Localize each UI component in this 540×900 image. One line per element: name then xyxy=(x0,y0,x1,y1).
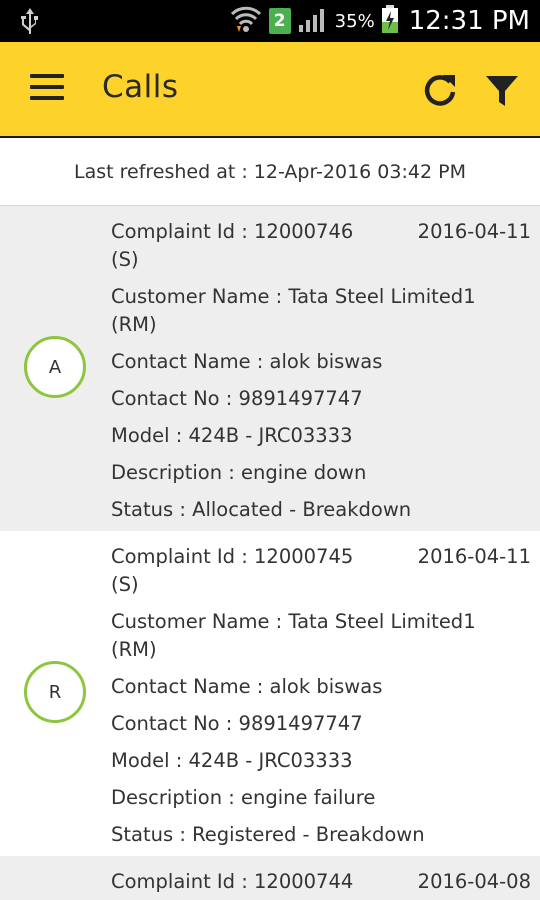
menu-icon[interactable] xyxy=(30,74,64,104)
status-initial: A xyxy=(48,356,62,378)
status: Status : Registered - Breakdown xyxy=(111,823,425,846)
page-title: Calls xyxy=(102,69,179,105)
complaint-id-row: Complaint Id : 12000744 2016-04-08 xyxy=(111,868,531,896)
status-bar: 2 35% 12:31 PM xyxy=(0,0,540,42)
last-refreshed-text: Last refreshed at : 12-Apr-2016 03:42 PM xyxy=(0,138,540,206)
complaint-date: 2016-04-08 xyxy=(417,870,531,893)
battery-percent: 35% xyxy=(334,10,375,32)
battery-charging-icon xyxy=(381,4,399,38)
description: Description : engine failure xyxy=(111,786,376,809)
filter-icon[interactable] xyxy=(484,72,520,110)
model: Model : 424B - JRC03333 xyxy=(111,424,353,447)
complaint-id: Complaint Id : 12000745 xyxy=(111,545,354,568)
status-avatar: R xyxy=(24,661,86,723)
call-details: Complaint Id : 12000746 (S) 2016-04-11 C… xyxy=(111,218,531,533)
calls-list[interactable]: A Complaint Id : 12000746 (S) 2016-04-11… xyxy=(0,206,540,900)
call-details: Complaint Id : 12000744 2016-04-08 xyxy=(111,868,531,900)
complaint-date: 2016-04-11 xyxy=(417,220,531,243)
status-avatar: A xyxy=(24,336,86,398)
customer-role: (RM) xyxy=(111,638,157,661)
status: Status : Allocated - Breakdown xyxy=(111,498,412,521)
wifi-icon xyxy=(229,4,263,38)
complaint-id: Complaint Id : 12000744 xyxy=(111,870,354,893)
complaint-id-row: Complaint Id : 12000746 (S) 2016-04-11 xyxy=(111,218,531,274)
contact-name: Contact Name : alok biswas xyxy=(111,675,383,698)
call-item[interactable]: A Complaint Id : 12000746 (S) 2016-04-11… xyxy=(0,206,540,531)
complaint-id: Complaint Id : 12000746 xyxy=(111,220,354,243)
contact-name: Contact Name : alok biswas xyxy=(111,350,383,373)
notification-badge: 2 xyxy=(268,8,291,34)
description: Description : engine down xyxy=(111,461,367,484)
customer-name: Customer Name : Tata Steel Limited1 xyxy=(111,285,476,308)
app-toolbar: Calls xyxy=(0,42,540,138)
call-item[interactable]: R Complaint Id : 12000745 (S) 2016-04-11… xyxy=(0,531,540,856)
signal-icon xyxy=(297,5,329,37)
complaint-date: 2016-04-11 xyxy=(417,545,531,568)
complaint-id-row: Complaint Id : 12000745 (S) 2016-04-11 xyxy=(111,543,531,599)
customer-name-row: Customer Name : Tata Steel Limited1 (RM) xyxy=(111,608,531,664)
model: Model : 424B - JRC03333 xyxy=(111,749,353,772)
refresh-icon[interactable] xyxy=(420,70,460,110)
customer-name-row: Customer Name : Tata Steel Limited1 (RM) xyxy=(111,283,531,339)
usb-icon xyxy=(18,6,42,42)
contact-number: Contact No : 9891497747 xyxy=(111,712,363,735)
complaint-type: (S) xyxy=(111,573,139,596)
customer-name: Customer Name : Tata Steel Limited1 xyxy=(111,610,476,633)
complaint-type: (S) xyxy=(111,248,139,271)
status-initial: R xyxy=(48,681,62,703)
contact-number: Contact No : 9891497747 xyxy=(111,387,363,410)
call-details: Complaint Id : 12000745 (S) 2016-04-11 C… xyxy=(111,543,531,858)
customer-role: (RM) xyxy=(111,313,157,336)
clock: 12:31 PM xyxy=(408,6,530,36)
call-item[interactable]: Complaint Id : 12000744 2016-04-08 xyxy=(0,856,540,900)
